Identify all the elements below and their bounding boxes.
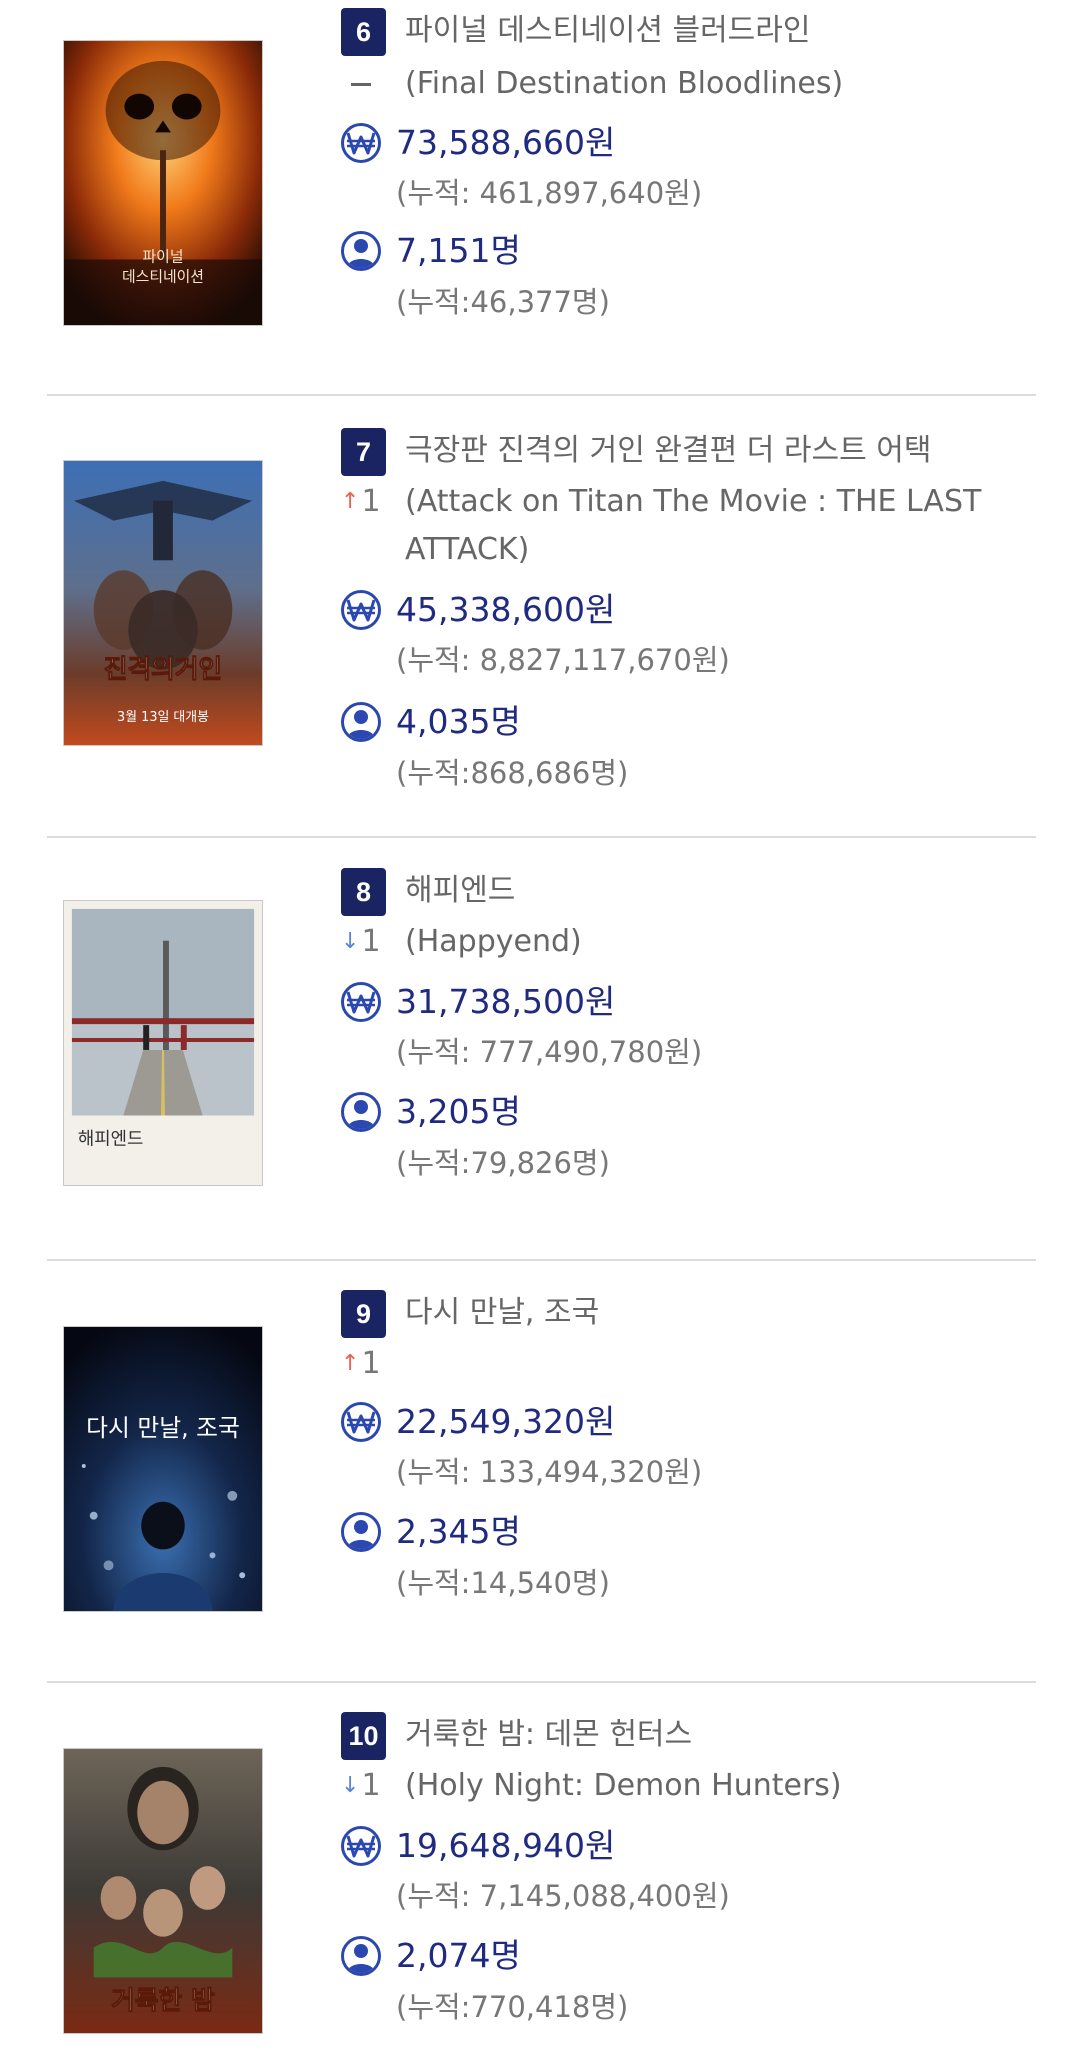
list-item[interactable]: 해피엔드 8 해피엔드 ↓1 (Happyend) 31,738,500원 (누… bbox=[0, 838, 1080, 1261]
movie-title-english: (Final Destination Bloodlines) bbox=[405, 66, 844, 101]
movie-title-korean[interactable]: 거룩한 밤: 데몬 헌터스 bbox=[405, 1715, 692, 1755]
person-icon bbox=[341, 1092, 381, 1132]
cumulative-revenue: (누적: 8,827,117,670원) bbox=[396, 643, 730, 677]
movie-poster[interactable]: 해피엔드 bbox=[63, 900, 263, 1186]
box-office-list: 파이널 데스티네이션 6 파이널 데스티네이션 블러드라인 (Final Des… bbox=[0, 0, 1080, 2066]
rank-change bbox=[341, 64, 371, 104]
daily-revenue: 45,338,600원 bbox=[396, 590, 616, 629]
rank-badge: 10 bbox=[341, 1712, 386, 1760]
poster-title-text: 거룩한 밤 bbox=[111, 1986, 215, 2016]
rank-change-value: 1 bbox=[361, 1768, 381, 1803]
won-icon bbox=[341, 1402, 381, 1442]
movie-poster[interactable]: 다시 만날, 조국 bbox=[63, 1326, 263, 1612]
daily-audience: 2,345명 bbox=[396, 1512, 521, 1551]
daily-revenue: 31,738,500원 bbox=[396, 982, 616, 1021]
movie-title-korean[interactable]: 파이널 데스티네이션 블러드라인 bbox=[405, 11, 810, 51]
cumulative-audience: (누적:79,826명) bbox=[396, 1146, 610, 1180]
movie-title-korean[interactable]: 극장판 진격의 거인 완결편 더 라스트 어택 bbox=[405, 431, 931, 471]
poster-title-text: 데스티네이션 bbox=[122, 267, 204, 285]
daily-audience: 4,035명 bbox=[396, 702, 521, 741]
rank-change: ↓1 bbox=[341, 922, 381, 962]
movie-title-korean[interactable]: 다시 만날, 조국 bbox=[405, 1293, 599, 1333]
won-icon bbox=[341, 123, 381, 163]
daily-revenue: 73,588,660원 bbox=[396, 123, 616, 162]
movie-title-english: (Happyend) bbox=[405, 924, 582, 959]
person-icon bbox=[341, 1936, 381, 1976]
poster-title-text: 파이널 bbox=[143, 247, 184, 265]
rank-change-value: 1 bbox=[361, 924, 381, 959]
rank-change: ↓1 bbox=[341, 1766, 381, 1806]
won-icon bbox=[341, 1826, 381, 1866]
poster-title-text: 다시 만날, 조국 bbox=[86, 1414, 240, 1442]
cumulative-revenue: (누적: 777,490,780원) bbox=[396, 1035, 703, 1069]
rank-change-value: 1 bbox=[361, 484, 381, 519]
list-item[interactable]: 진격의거인 3월 13일 대개봉 7 극장판 진격의 거인 완결편 더 라스트 … bbox=[0, 396, 1080, 838]
movie-poster[interactable]: 파이널 데스티네이션 bbox=[63, 40, 263, 326]
poster-title-text: 진격의거인 bbox=[104, 654, 222, 684]
movie-title-english: (Attack on Titan The Movie : THE LAST AT… bbox=[405, 484, 982, 567]
rank-change: ↑1 bbox=[341, 482, 381, 522]
cumulative-audience: (누적:770,418명) bbox=[396, 1990, 629, 2024]
list-item[interactable]: 거룩한 밤 10 거룩한 밤: 데몬 헌터스 ↓1 (Holy Night: D… bbox=[0, 1682, 1080, 2066]
rank-badge: 9 bbox=[341, 1290, 386, 1338]
poster-date-text: 3월 13일 대개봉 bbox=[117, 710, 209, 725]
up-arrow-icon: ↑ bbox=[341, 1351, 360, 1376]
person-icon bbox=[341, 702, 381, 742]
movie-poster[interactable]: 진격의거인 3월 13일 대개봉 bbox=[63, 460, 263, 746]
daily-revenue: 22,549,320원 bbox=[396, 1402, 616, 1441]
cumulative-audience: (누적:14,540명) bbox=[396, 1566, 610, 1600]
cumulative-revenue: (누적: 133,494,320원) bbox=[396, 1455, 703, 1489]
person-icon bbox=[341, 231, 381, 271]
list-item[interactable]: 파이널 데스티네이션 6 파이널 데스티네이션 블러드라인 (Final Des… bbox=[0, 0, 1080, 396]
rank-change: ↑1 bbox=[341, 1344, 381, 1384]
person-icon bbox=[341, 1512, 381, 1552]
won-icon bbox=[341, 590, 381, 630]
daily-audience: 2,074명 bbox=[396, 1936, 521, 1975]
daily-audience: 7,151명 bbox=[396, 231, 521, 270]
down-arrow-icon: ↓ bbox=[341, 1773, 360, 1798]
movie-title-korean[interactable]: 해피엔드 bbox=[405, 871, 515, 911]
cumulative-audience: (누적:46,377명) bbox=[396, 285, 610, 319]
rank-badge: 8 bbox=[341, 868, 386, 916]
up-arrow-icon: ↑ bbox=[341, 489, 360, 514]
no-change-dash-icon bbox=[351, 83, 371, 86]
cumulative-audience: (누적:868,686명) bbox=[396, 756, 629, 790]
poster-title-text: 해피엔드 bbox=[78, 1128, 144, 1149]
daily-audience: 3,205명 bbox=[396, 1092, 521, 1131]
rank-badge: 6 bbox=[341, 8, 386, 56]
won-icon bbox=[341, 982, 381, 1022]
rank-change-value: 1 bbox=[361, 1346, 381, 1381]
movie-poster[interactable]: 거룩한 밤 bbox=[63, 1748, 263, 2034]
list-item[interactable]: 다시 만날, 조국 9 다시 만날, 조국 ↑1 22,549,320원 (누적… bbox=[0, 1260, 1080, 1683]
cumulative-revenue: (누적: 7,145,088,400원) bbox=[396, 1879, 730, 1913]
down-arrow-icon: ↓ bbox=[341, 929, 360, 954]
movie-title-english: (Holy Night: Demon Hunters) bbox=[405, 1768, 842, 1803]
cumulative-revenue: (누적: 461,897,640원) bbox=[396, 176, 703, 210]
rank-badge: 7 bbox=[341, 428, 386, 476]
daily-revenue: 19,648,940원 bbox=[396, 1826, 616, 1865]
